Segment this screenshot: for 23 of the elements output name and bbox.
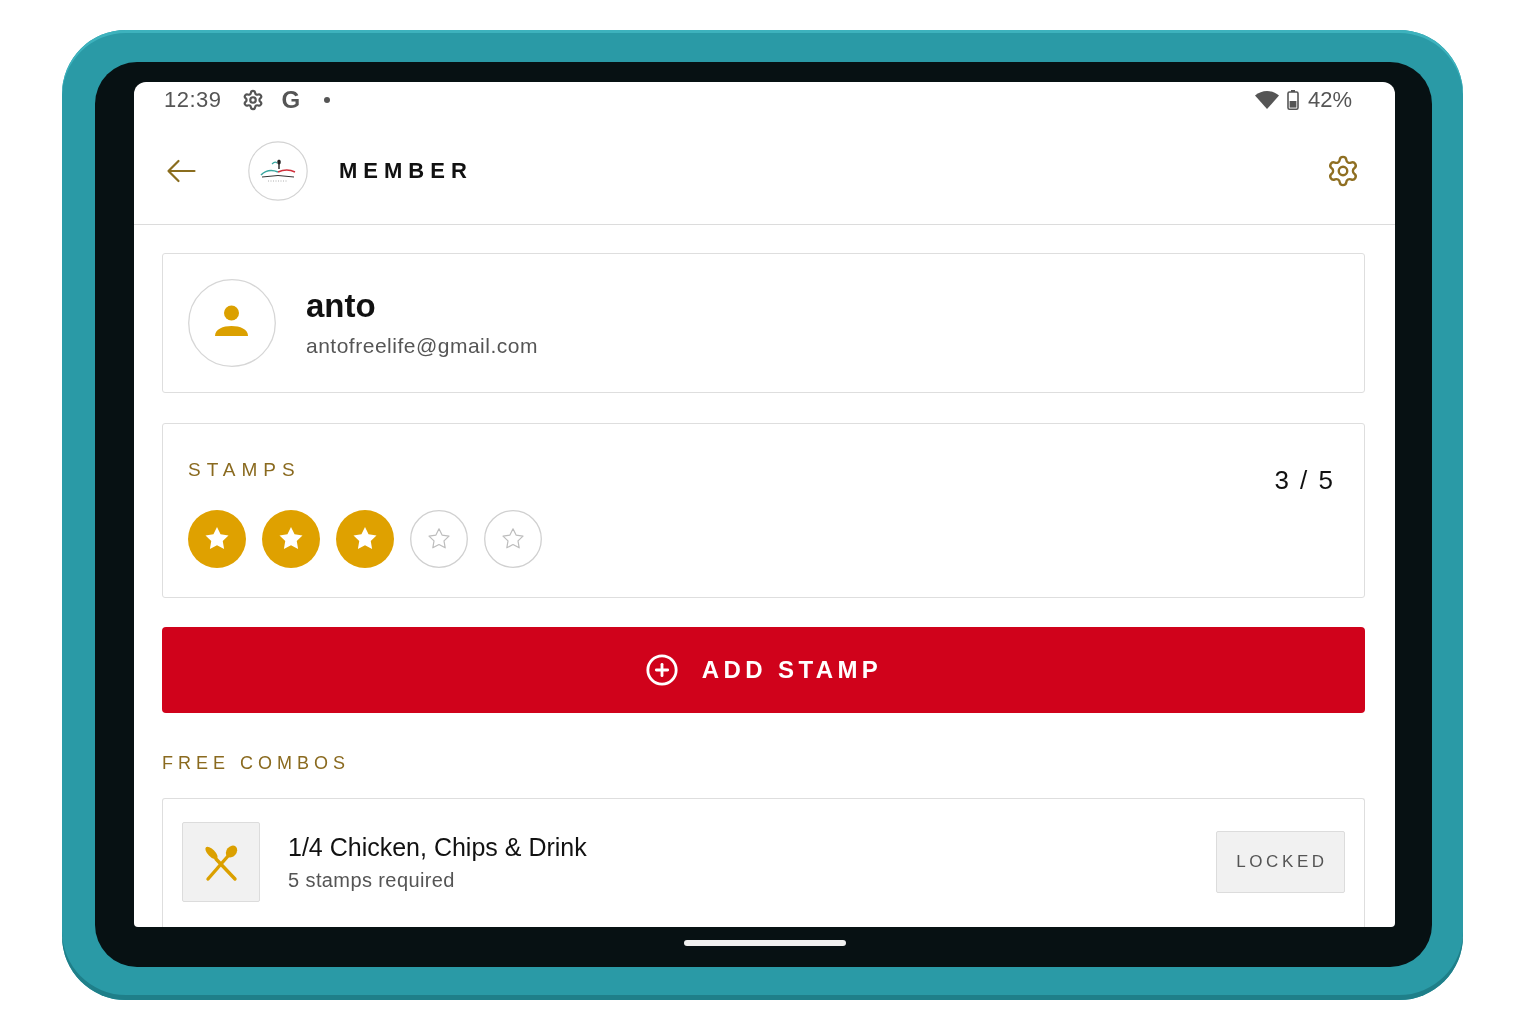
page-title: MEMBER: [339, 158, 473, 184]
battery-icon: [1286, 90, 1299, 110]
plus-circle-icon: [644, 653, 679, 687]
status-time: 12:39: [164, 87, 222, 113]
person-avatar-icon: [188, 279, 276, 367]
back-arrow-icon[interactable]: [166, 159, 196, 183]
free-combos-heading: FREE COMBOS: [162, 752, 350, 774]
settings-icon[interactable]: [1326, 154, 1360, 188]
stamp-count: 3 / 5: [1274, 465, 1335, 495]
dot-icon: [324, 97, 331, 103]
utensils-icon: [182, 822, 260, 902]
logo-icon: [248, 141, 308, 201]
combo-requirement: 5 stamps required: [288, 868, 455, 892]
member-name: anto: [306, 287, 376, 325]
add-stamp-button[interactable]: ADD STAMP: [162, 627, 1365, 713]
locked-status-button[interactable]: LOCKED: [1216, 831, 1345, 893]
wifi-icon: [1254, 91, 1279, 109]
notification-letter: G: [281, 87, 301, 113]
battery-percent: 42%: [1307, 87, 1352, 113]
combo-title: 1/4 Chicken, Chips & Drink: [288, 832, 587, 862]
gear-icon: [241, 89, 264, 111]
member-email: antofreelife@gmail.com: [306, 333, 538, 359]
stamps-heading: STAMPS: [188, 458, 301, 482]
